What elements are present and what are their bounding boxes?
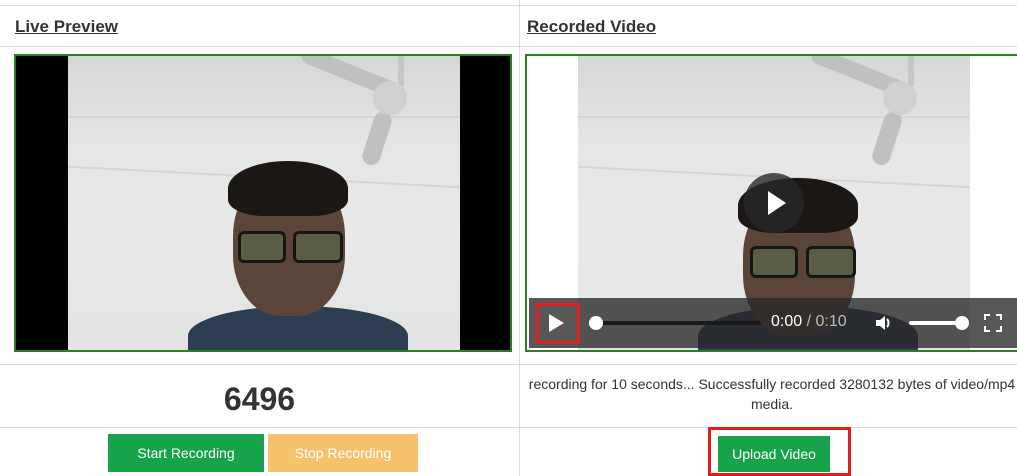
time-current: 0:00: [771, 313, 803, 330]
table-row-divider: [0, 46, 1017, 47]
upload-video-button[interactable]: Upload Video: [718, 436, 830, 472]
countdown-counter: 6496: [223, 381, 296, 417]
play-icon: [767, 191, 786, 215]
live-preview-heading: Live Preview: [15, 17, 119, 36]
video-progress-track[interactable]: [591, 321, 761, 325]
time-total: 0:10: [815, 313, 847, 330]
table-row-divider: [0, 427, 1017, 428]
play-button-highlight: [536, 303, 580, 344]
recorded-video-heading: Recorded Video: [527, 17, 657, 36]
table-row-divider: [0, 364, 1017, 365]
live-camera-feed: [68, 56, 460, 350]
big-play-button[interactable]: [744, 173, 804, 233]
start-recording-button[interactable]: Start Recording: [108, 434, 264, 472]
time-separator: /: [802, 313, 816, 330]
table-column-divider: [519, 0, 520, 476]
recorded-video-player[interactable]: 0:00 / 0:10: [525, 54, 1017, 352]
fullscreen-icon: [984, 314, 1002, 332]
live-preview-video: [14, 54, 512, 352]
volume-icon: [876, 316, 890, 330]
volume-track[interactable]: [909, 321, 961, 325]
volume-thumb[interactable]: [955, 316, 969, 330]
fullscreen-button[interactable]: [983, 313, 1003, 333]
stop-recording-button[interactable]: Stop Recording: [268, 434, 418, 472]
video-controls-bar: 0:00 / 0:10: [529, 298, 1017, 348]
recording-status-text: recording for 10 seconds... Successfully…: [528, 376, 1016, 412]
time-display: 0:00 / 0:10: [771, 313, 847, 331]
volume-button[interactable]: [873, 312, 895, 334]
table-top-border: [0, 5, 1017, 6]
video-progress-thumb[interactable]: [589, 316, 603, 330]
